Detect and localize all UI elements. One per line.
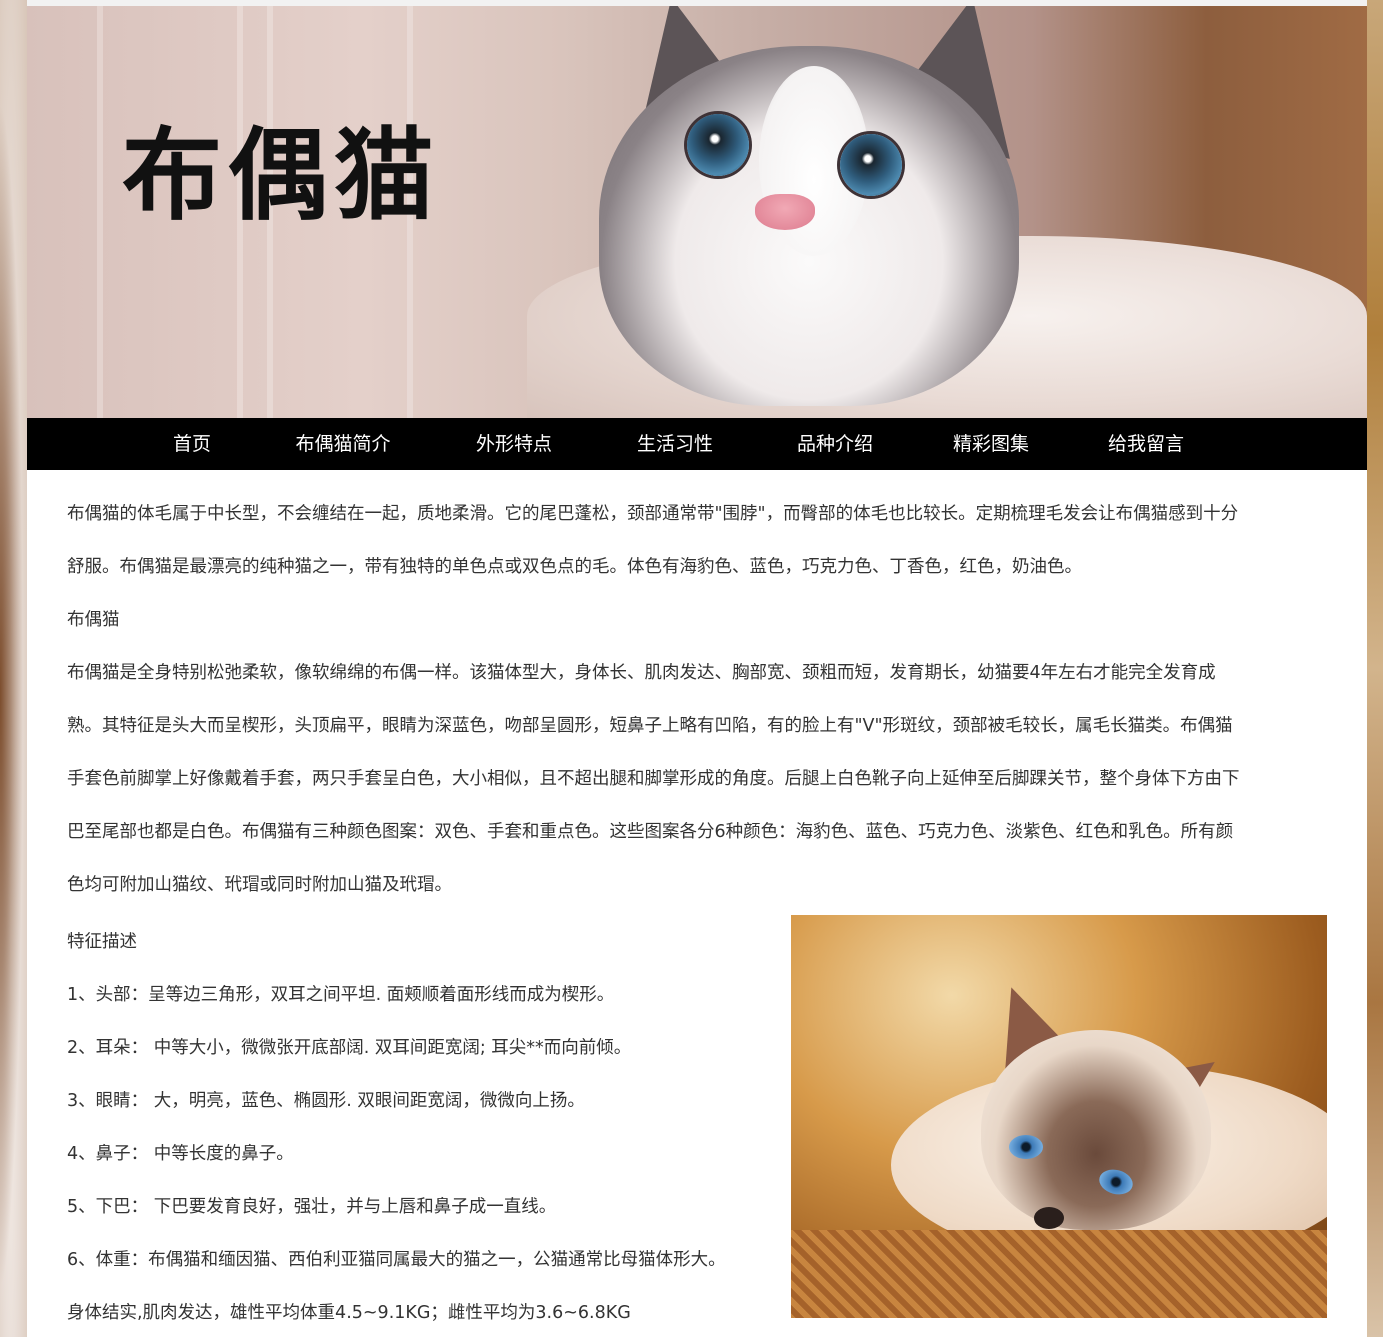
paragraph-line: 巴至尾部也都是白色。布偶猫有三种颜色图案：双色、手套和重点色。这些图案各分6种颜…: [67, 822, 1234, 842]
paragraph-line: 布偶猫是全身特别松弛柔软，像软绵绵的布偶一样。该猫体型大，身体长、肌肉发达、胸部…: [67, 663, 1216, 683]
intro-content: 布偶猫的体毛属于中长型，不会缠结在一起，质地柔滑。它的尾巴蓬松，颈部通常带"围脖…: [67, 488, 1329, 912]
paragraph-line: 色均可附加山猫纹、玳瑁或同时附加山猫及玳瑁。: [67, 875, 452, 895]
page-container: 布偶猫 首页 布偶猫简介 外形特点 生活习性 品种介绍 精彩图集 给我留言 布偶…: [27, 6, 1367, 1337]
wicker-basket: [791, 1230, 1327, 1318]
nav-item-habits[interactable]: 生活习性: [637, 418, 713, 470]
banner-cat-eye-right: [840, 134, 902, 196]
paragraph-line: 熟。其特征是头大而呈楔形，头顶扁平，眼睛为深蓝色，吻部呈圆形，短鼻子上略有凹陷，…: [67, 716, 1233, 736]
feature-item: 6、体重：布偶猫和缅因猫、西伯利亚猫同属最大的猫之一，公猫通常比母猫体形大。: [67, 1250, 726, 1270]
nav-item-appearance[interactable]: 外形特点: [476, 418, 552, 470]
photo-cat-eye-left: [1009, 1135, 1043, 1159]
nav-item-message[interactable]: 给我留言: [1108, 418, 1184, 470]
nav-item-gallery[interactable]: 精彩图集: [953, 418, 1029, 470]
site-title: 布偶猫: [122, 117, 440, 234]
feature-item: 4、鼻子： 中等长度的鼻子。: [67, 1144, 294, 1164]
photo-cat-head: [981, 1030, 1211, 1230]
paragraph-line: 舒服。布偶猫是最漂亮的纯种猫之一，带有独特的单色点或双色点的毛。体色有海豹色、蓝…: [67, 557, 1082, 577]
photo-cat-nose: [1034, 1207, 1064, 1229]
banner-fold: [97, 6, 103, 418]
feature-item: 2、耳朵： 中等大小，微微张开底部阔. 双耳间距宽阔; 耳尖**而向前倾。: [67, 1038, 632, 1058]
features-list: 特征描述 1、头部：呈等边三角形，双耳之间平坦. 面颊顺着面形线而成为楔形。 2…: [67, 916, 787, 1337]
header-banner: 布偶猫: [27, 6, 1367, 418]
background-photo-left: [0, 0, 27, 1337]
nav-item-breeds[interactable]: 品种介绍: [797, 418, 873, 470]
paragraph-line: 手套色前脚掌上好像戴着手套，两只手套呈白色，大小相似，且不超出腿和脚掌形成的角度…: [67, 769, 1240, 789]
feature-item: 3、眼睛： 大，明亮，蓝色、椭圆形. 双眼间距宽阔，微微向上扬。: [67, 1091, 585, 1111]
nav-item-home[interactable]: 首页: [173, 418, 211, 470]
background-photo-right: [1367, 0, 1383, 1337]
main-nav: 首页 布偶猫简介 外形特点 生活习性 品种介绍 精彩图集 给我留言: [27, 418, 1367, 470]
banner-cat-nose: [755, 194, 815, 230]
feature-item: 5、下巴： 下巴要发育良好，强壮，并与上唇和鼻子成一直线。: [67, 1197, 557, 1217]
feature-item: 身体结实,肌肉发达，雄性平均体重4.5~9.1KG；雌性平均为3.6~6.8KG: [67, 1303, 631, 1323]
cat-photo: [791, 915, 1327, 1318]
section-subtitle: 布偶猫: [67, 610, 120, 630]
paragraph-line: 布偶猫的体毛属于中长型，不会缠结在一起，质地柔滑。它的尾巴蓬松，颈部通常带"围脖…: [67, 504, 1239, 524]
nav-item-intro[interactable]: 布偶猫简介: [295, 418, 390, 470]
feature-item: 1、头部：呈等边三角形，双耳之间平坦. 面颊顺着面形线而成为楔形。: [67, 985, 615, 1005]
banner-cat-eye-left: [687, 114, 749, 176]
section-subtitle: 特征描述: [67, 932, 137, 952]
